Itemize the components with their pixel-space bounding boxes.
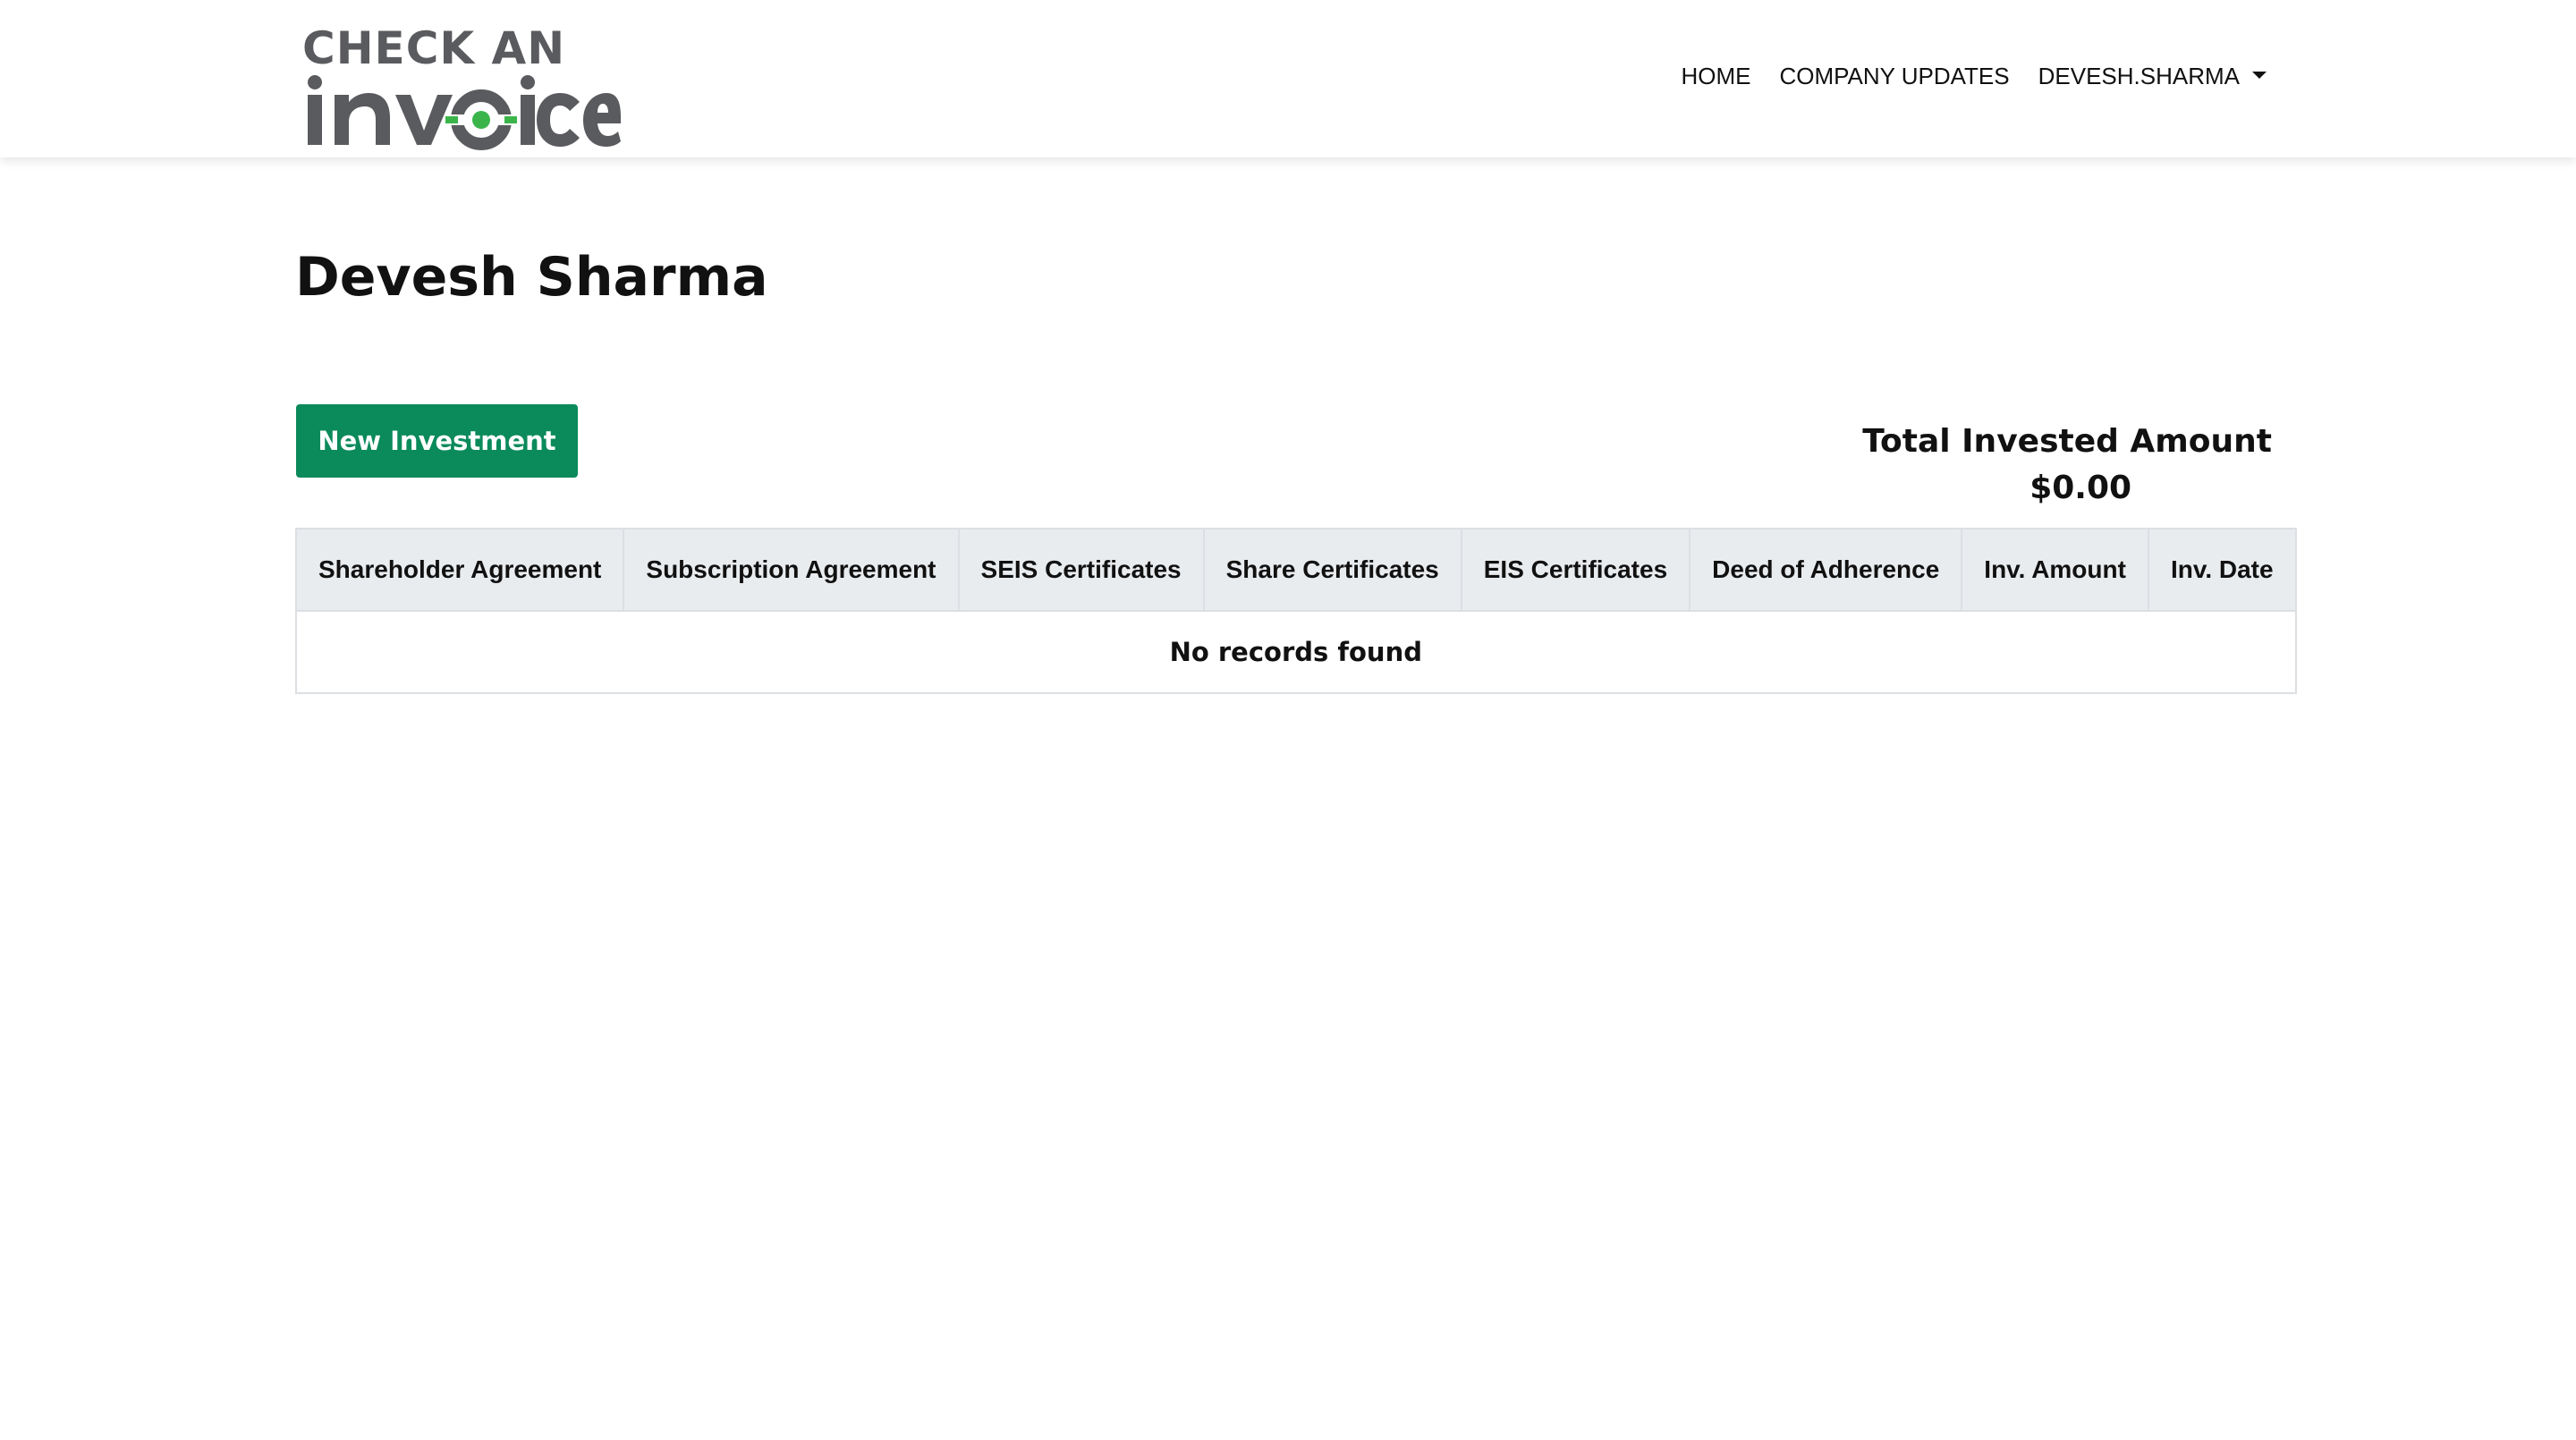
user-menu-dropdown[interactable]: DEVESH.SHARMA xyxy=(2038,63,2267,90)
table-header-row: Shareholder Agreement Subscription Agree… xyxy=(294,528,2297,612)
page-title: Devesh Sharma xyxy=(295,246,768,309)
nav-links: HOME COMPANY UPDATES DEVESH.SHARMA xyxy=(1681,63,2267,90)
total-invested-value: $0.00 xyxy=(2029,470,2132,506)
column-header-deed-of-adherence[interactable]: Deed of Adherence xyxy=(1689,528,1963,612)
user-menu-label: DEVESH.SHARMA xyxy=(2038,63,2240,89)
column-header-seis-certificates[interactable]: SEIS Certificates xyxy=(957,528,1205,612)
investments-table: Shareholder Agreement Subscription Agree… xyxy=(294,528,2297,694)
nav-company-updates-link[interactable]: COMPANY UPDATES xyxy=(1779,63,2009,90)
column-header-eis-certificates[interactable]: EIS Certificates xyxy=(1460,528,1691,612)
check-an-invoice-logo[interactable]: CHECK AN xyxy=(302,23,621,150)
logo-invoice-wordmark xyxy=(308,75,621,150)
column-header-share-certificates[interactable]: Share Certificates xyxy=(1202,528,1462,612)
total-invested-label: Total Invested Amount xyxy=(1862,423,2272,460)
column-header-inv-amount[interactable]: Inv. Amount xyxy=(1961,528,2149,612)
top-navbar: CHECK AN HOME COMPANY UPDATES DEVESH.SHA… xyxy=(0,0,2576,157)
new-investment-button[interactable]: New Investment xyxy=(296,404,578,478)
column-header-subscription-agreement[interactable]: Subscription Agreement xyxy=(623,528,960,612)
column-header-inv-date[interactable]: Inv. Date xyxy=(2147,528,2297,612)
caret-down-icon xyxy=(2252,72,2267,80)
nav-home-link[interactable]: HOME xyxy=(1681,63,1750,90)
table-row: No records found xyxy=(295,610,2297,694)
total-invested: Total Invested Amount $0.00 xyxy=(1862,419,2272,512)
column-header-shareholder-agreement[interactable]: Shareholder Agreement xyxy=(294,528,625,612)
no-records-message: No records found xyxy=(295,610,2297,694)
